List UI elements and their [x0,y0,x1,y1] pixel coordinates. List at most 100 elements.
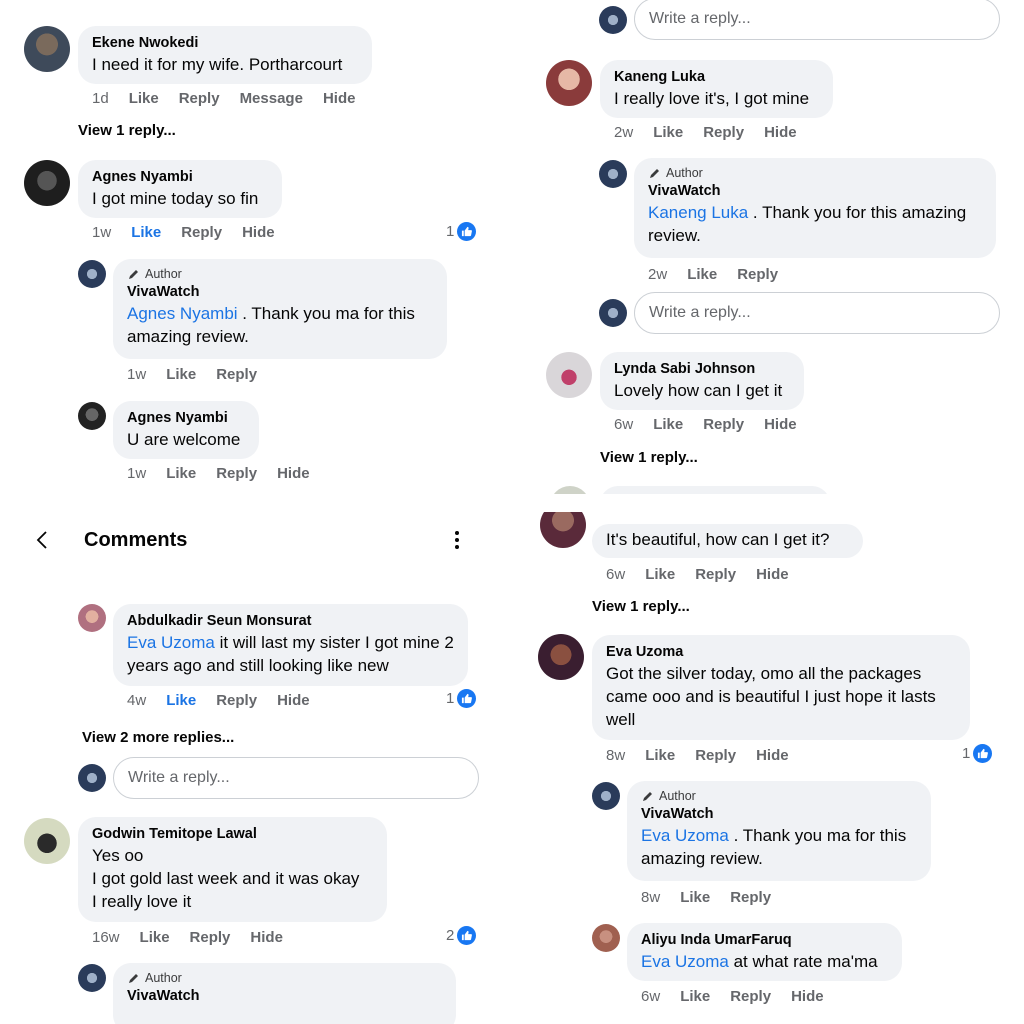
avatar[interactable] [546,352,592,398]
hide-button[interactable]: Hide [277,692,310,709]
timestamp: 2w [648,266,668,283]
reply-text: Eva Uzoma at what rate ma'ma [641,950,888,973]
pencil-icon [129,270,138,279]
reply-button[interactable]: Reply [216,465,257,482]
reply-button[interactable]: Reply [190,929,231,946]
like-button[interactable]: Like [645,566,675,583]
hide-button[interactable]: Hide [791,988,824,1005]
comment-actions: 6w Like Reply Hide [606,566,809,583]
reply-button[interactable]: Reply [730,988,771,1005]
avatar[interactable] [592,782,620,810]
avatar[interactable] [24,160,70,206]
like-button[interactable]: Like [166,366,196,383]
reply-input[interactable]: Write a reply... [634,292,1000,334]
author-label: Author [659,789,696,803]
reply-button[interactable]: Reply [695,747,736,764]
hide-button[interactable]: Hide [756,566,789,583]
commenter-name[interactable]: VivaWatch [648,181,982,201]
reply-input[interactable]: Write a reply... [634,0,1000,40]
hide-button[interactable]: Hide [277,465,310,482]
comments-panel-top-left: Ekene Nwokedi I need it for my wife. Por… [0,0,512,494]
commenter-name[interactable]: Agnes Nyambi [127,408,245,428]
hide-button[interactable]: Hide [764,416,797,433]
commenter-name[interactable]: Abdulkadir Seun Monsurat [127,611,454,631]
avatar[interactable] [78,604,106,632]
hide-button[interactable]: Hide [323,90,356,107]
commenter-name[interactable]: VivaWatch [641,804,917,824]
like-button[interactable]: Like [687,266,717,283]
avatar[interactable] [24,26,70,72]
avatar[interactable] [592,924,620,952]
reply-button[interactable]: Reply [216,692,257,709]
like-button[interactable]: Like [131,224,161,241]
reply-button[interactable]: Reply [703,416,744,433]
reply-actions: 4w Like Reply Hide [127,692,330,709]
avatar [599,6,627,34]
like-button[interactable]: Like [653,124,683,141]
avatar[interactable] [78,402,106,430]
like-button[interactable]: Like [140,929,170,946]
commenter-name[interactable]: Aliyu Inda UmarFaruq [641,930,888,950]
timestamp: 1w [92,224,112,241]
mention-link[interactable]: Kaneng Luka [648,203,748,222]
message-button[interactable]: Message [240,90,303,107]
like-button[interactable]: Like [680,988,710,1005]
like-button[interactable]: Like [166,465,196,482]
commenter-name[interactable]: Lynda Sabi Johnson [614,359,790,379]
avatar[interactable] [538,634,584,680]
commenter-name[interactable]: Kaneng Luka [614,67,819,87]
hide-button[interactable]: Hide [764,124,797,141]
like-button[interactable]: Like [645,747,675,764]
thumbs-up-icon [457,222,477,241]
like-button[interactable]: Like [166,692,196,709]
reaction-count[interactable]: 1 [446,689,477,708]
view-replies-link[interactable]: View 1 reply... [78,122,176,139]
reply-button[interactable]: Reply [703,124,744,141]
commenter-name[interactable]: Agnes Nyambi [92,167,268,187]
reply-input[interactable]: Write a reply... [113,757,479,799]
comment-actions: 1d Like Reply Message Hide [92,90,375,107]
commenter-name[interactable]: Ekene Nwokedi [92,33,358,53]
mention-link[interactable]: Agnes Nyambi [127,304,238,323]
reply-actions: 2w Like Reply [648,266,798,283]
like-button[interactable]: Like [680,889,710,906]
author-label: Author [145,971,182,985]
avatar[interactable] [78,260,106,288]
back-chevron-icon[interactable] [34,530,52,550]
avatar[interactable] [78,964,106,992]
mention-link[interactable]: Eva Uzoma [641,826,729,845]
avatar[interactable] [546,60,592,106]
commenter-name[interactable]: VivaWatch [127,986,442,1006]
view-replies-link[interactable]: View 1 reply... [592,598,690,615]
reaction-count[interactable]: 1 [446,222,477,241]
commenter-name[interactable]: Eva Uzoma [606,642,956,662]
reply-button[interactable]: Reply [730,889,771,906]
comment-text-line: I got gold last week and it was okay [92,869,360,888]
view-replies-link[interactable]: View 1 reply... [600,449,698,466]
commenter-name[interactable]: VivaWatch [127,282,433,302]
hide-button[interactable]: Hide [242,224,275,241]
reaction-count[interactable]: 1 [962,744,993,763]
reaction-count[interactable]: 2 [446,926,477,945]
reply-button[interactable]: Reply [179,90,220,107]
reply-button[interactable]: Reply [695,566,736,583]
timestamp: 4w [127,692,147,709]
like-button[interactable]: Like [129,90,159,107]
like-button[interactable]: Like [653,416,683,433]
comments-panel-top-right: Write a reply... Kaneng Luka I really lo… [512,0,1024,494]
avatar[interactable] [24,818,70,864]
page-title: Comments [84,529,188,551]
hide-button[interactable]: Hide [250,929,283,946]
commenter-name[interactable]: Godwin Temitope Lawal [92,824,373,844]
hide-button[interactable]: Hide [756,747,789,764]
avatar[interactable] [599,160,627,188]
avatar [550,486,590,494]
more-options-icon[interactable] [450,530,464,550]
reply-button[interactable]: Reply [737,266,778,283]
reply-button[interactable]: Reply [181,224,222,241]
view-more-replies-link[interactable]: View 2 more replies... [82,729,234,746]
reply-button[interactable]: Reply [216,366,257,383]
mention-link[interactable]: Eva Uzoma [127,633,215,652]
comment-actions: 6w Like Reply Hide [614,416,817,433]
mention-link[interactable]: Eva Uzoma [641,952,729,971]
